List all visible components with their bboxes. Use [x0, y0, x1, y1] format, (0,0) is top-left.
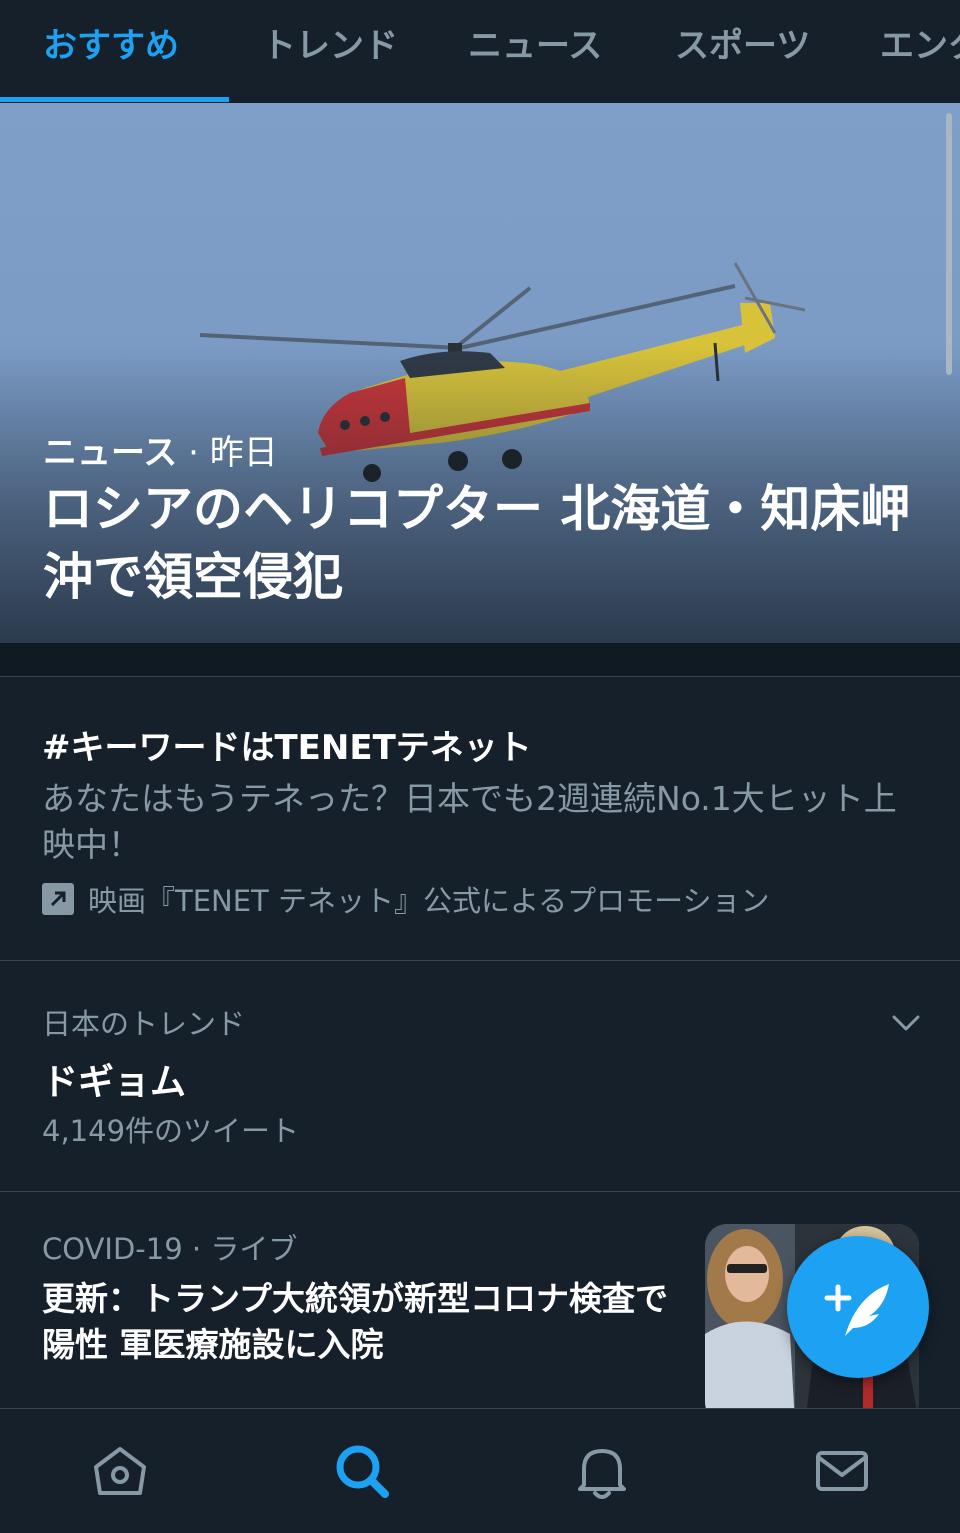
news-separator: · [182, 1232, 211, 1266]
news-category: COVID-19 [42, 1232, 183, 1266]
promoted-trend-description: あなたはもうテネった？日本でも2週連続No.1大ヒット上映中！ [42, 779, 897, 864]
notifications-icon[interactable] [570, 1439, 634, 1503]
promoted-trend-title: #キーワードはTENETテネット [42, 728, 532, 768]
promoted-arrow-icon [42, 883, 74, 915]
section-gap [0, 643, 960, 677]
search-icon[interactable] [330, 1439, 394, 1503]
trend-context: 日本のトレンド [42, 1007, 246, 1041]
hero-headline: ロシアのヘリコプター 北海道・知床岬沖で領空侵犯 [43, 480, 911, 606]
trend-name: ドギョム [42, 1062, 187, 1103]
bottom-navigation [0, 1408, 960, 1533]
hero-separator: · [177, 433, 210, 473]
hero-news-card[interactable]: ニュース · 昨日 ロシアのヘリコプター 北海道・知床岬沖で領空侵犯 [0, 103, 960, 643]
tab-sports[interactable]: スポーツ [675, 0, 810, 100]
news-headline: 更新：トランプ大統領が新型コロナ検査で陽性 軍医療施設に入院 [42, 1279, 669, 1364]
scrollbar[interactable] [946, 113, 952, 375]
promoted-by: 映画『TENET テネット』公式によるプロモーション [42, 878, 770, 920]
tab-entertainment[interactable]: エンタ [880, 0, 960, 100]
promoted-trend[interactable]: #キーワードはTENETテネット あなたはもうテネった？日本でも2週連続No.1… [0, 676, 960, 961]
home-icon[interactable] [88, 1439, 152, 1503]
trend-item[interactable]: 日本のトレンド ドギョム 4,149件のツイート [0, 961, 960, 1192]
hero-meta: ニュース · 昨日 [43, 425, 278, 474]
promoted-by-label: 映画『TENET テネット』公式によるプロモーション [88, 884, 770, 918]
messages-icon[interactable] [810, 1439, 874, 1503]
trend-tweet-count: 4,149件のツイート [42, 1114, 300, 1148]
compose-tweet-button[interactable] [787, 1236, 929, 1378]
chevron-down-icon[interactable] [888, 1005, 924, 1041]
news-meta: COVID-19 · ライブ [42, 1226, 297, 1268]
tab-news[interactable]: ニュース [468, 0, 602, 100]
compose-tweet-icon [824, 1284, 889, 1336]
hero-category: ニュース [43, 433, 178, 473]
tab-trending[interactable]: トレンド [262, 0, 398, 100]
tab-for-you[interactable]: おすすめ [43, 0, 179, 100]
active-tab-indicator [0, 97, 229, 102]
hero-time: 昨日 [209, 433, 278, 473]
news-status: ライブ [210, 1232, 298, 1266]
explore-tabs: おすすめ トレンド ニュース スポーツ エンタ [0, 0, 960, 104]
